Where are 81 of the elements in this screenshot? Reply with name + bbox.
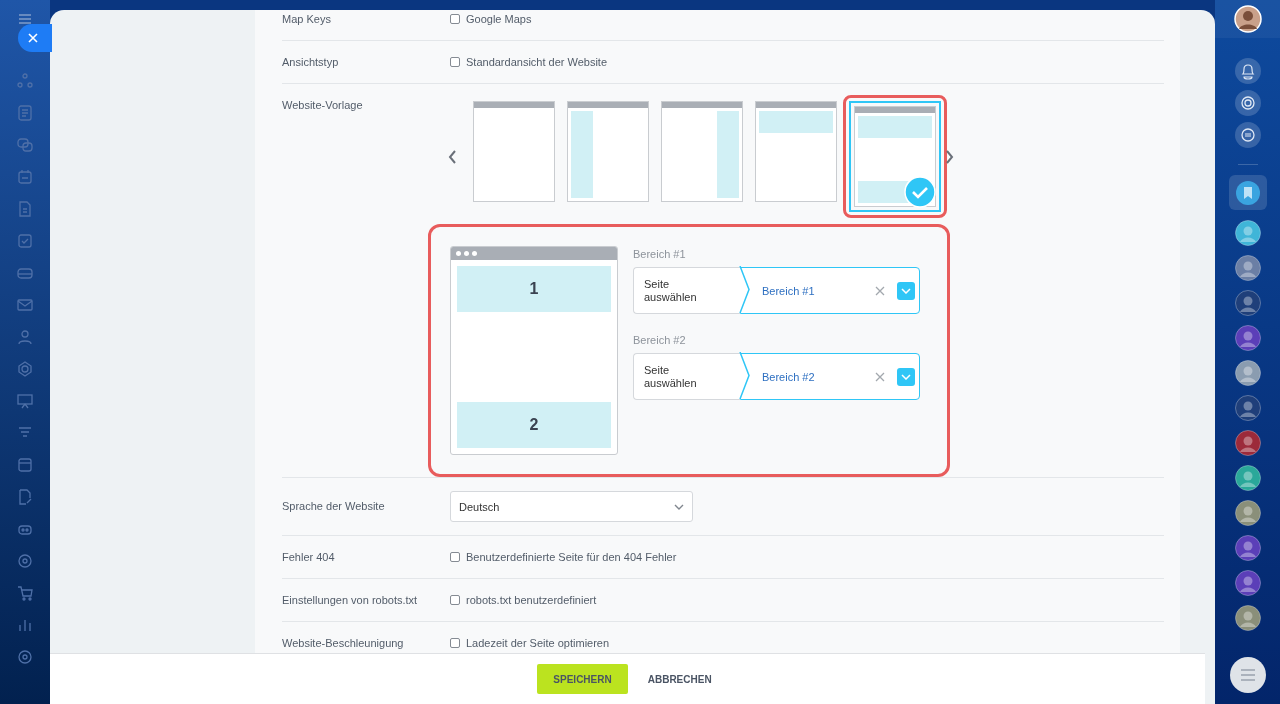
- setting-label: Map Keys: [282, 12, 332, 27]
- avatar[interactable]: [1234, 255, 1261, 281]
- avatar[interactable]: [1234, 290, 1261, 316]
- avatar[interactable]: [1234, 500, 1261, 526]
- setting-label: Website-Vorlage: [282, 98, 364, 113]
- chart-icon[interactable]: [17, 617, 33, 633]
- checkbox[interactable]: [450, 57, 460, 67]
- checkbox-option[interactable]: Google Maps: [450, 11, 532, 27]
- option-label: Ladezeit der Seite optimieren: [466, 636, 610, 651]
- layout-thumbnail[interactable]: [854, 106, 936, 207]
- field-label: Bereich #1: [633, 247, 687, 262]
- checkbox[interactable]: [450, 552, 460, 562]
- dropdown-button[interactable]: [897, 367, 915, 386]
- user-avatar[interactable]: [1233, 5, 1262, 33]
- avatar[interactable]: [1234, 360, 1261, 386]
- option-label: robots.txt benutzerdefiniert: [466, 593, 597, 608]
- clear-icon[interactable]: [875, 371, 885, 382]
- chevron-notch-icon: [739, 266, 750, 313]
- avatar[interactable]: [1234, 605, 1261, 631]
- layout-thumbnail[interactable]: [567, 101, 649, 202]
- avatar[interactable]: [1234, 395, 1261, 421]
- layout-thumbnail[interactable]: [473, 101, 555, 202]
- chevron-down-icon: [674, 503, 684, 510]
- avatar[interactable]: [1234, 325, 1261, 351]
- cart-icon[interactable]: [17, 585, 33, 601]
- setting-label: Einstellungen von robots.txt: [282, 593, 419, 608]
- setting-label: Ansichtstyp: [282, 55, 340, 70]
- menu-icon[interactable]: [1239, 668, 1256, 682]
- presentation-icon[interactable]: [17, 393, 33, 409]
- setting-label: Website-Beschleunigung: [282, 636, 405, 651]
- checkbox-option[interactable]: Standardansicht der Website: [450, 54, 608, 70]
- menu-icon[interactable]: [17, 13, 33, 25]
- chevron-down-icon: [901, 287, 911, 294]
- checkbox-option[interactable]: robots.txt benutzerdefiniert: [450, 592, 597, 608]
- bookmark-icon[interactable]: [1235, 180, 1260, 205]
- target-icon[interactable]: [1238, 93, 1257, 113]
- check-icon: [904, 176, 936, 208]
- checkbox[interactable]: [450, 638, 460, 648]
- layout-thumbnail[interactable]: [755, 101, 837, 202]
- document-icon[interactable]: [17, 201, 33, 217]
- area-select[interactable]: Bereich #2: [740, 353, 920, 400]
- language-select[interactable]: Deutsch: [450, 491, 693, 522]
- box-icon[interactable]: [17, 457, 33, 473]
- people-icon[interactable]: [17, 73, 33, 89]
- document-icon[interactable]: [17, 105, 33, 121]
- layout-thumbnail[interactable]: [661, 101, 743, 202]
- chevron-notch-icon: [739, 352, 750, 399]
- target-icon[interactable]: [17, 553, 33, 569]
- setting-label: Sprache der Website: [282, 499, 386, 514]
- avatar[interactable]: [1234, 465, 1261, 491]
- dropdown-button[interactable]: [897, 281, 915, 300]
- cancel-button[interactable]: ABBRECHEN: [641, 670, 718, 688]
- area-number: 2: [457, 402, 611, 448]
- area-select[interactable]: Bereich #1: [740, 267, 920, 314]
- edit-icon[interactable]: [17, 489, 33, 505]
- avatar[interactable]: [1234, 430, 1261, 456]
- mail-icon[interactable]: [17, 297, 33, 313]
- avatar[interactable]: [1234, 220, 1261, 246]
- chevron-left-icon[interactable]: [448, 149, 457, 164]
- checkbox[interactable]: [450, 14, 460, 24]
- close-icon: [28, 33, 38, 43]
- tray-icon[interactable]: [17, 265, 33, 281]
- option-label: Google Maps: [466, 12, 532, 27]
- hexagon-icon[interactable]: [17, 361, 33, 377]
- checkbox-icon[interactable]: [17, 233, 33, 249]
- close-button[interactable]: [18, 24, 52, 52]
- field-label: Bereich #2: [633, 333, 687, 348]
- calendar-icon[interactable]: [17, 169, 33, 185]
- checkbox-option[interactable]: Ladezeit der Seite optimieren: [450, 635, 610, 651]
- setting-label: Fehler 404: [282, 550, 336, 565]
- chevron-down-icon: [901, 373, 911, 380]
- avatar[interactable]: [1234, 570, 1261, 596]
- area-number: 1: [457, 266, 611, 312]
- chevron-right-icon[interactable]: [945, 149, 954, 164]
- save-button[interactable]: SPEICHERN: [537, 664, 628, 694]
- clear-icon[interactable]: [875, 285, 885, 296]
- option-label: Standardansicht der Website: [466, 55, 608, 70]
- checkbox[interactable]: [450, 595, 460, 605]
- chat-icon[interactable]: [17, 137, 33, 153]
- avatar[interactable]: [1234, 535, 1261, 561]
- people-icon[interactable]: [17, 329, 33, 345]
